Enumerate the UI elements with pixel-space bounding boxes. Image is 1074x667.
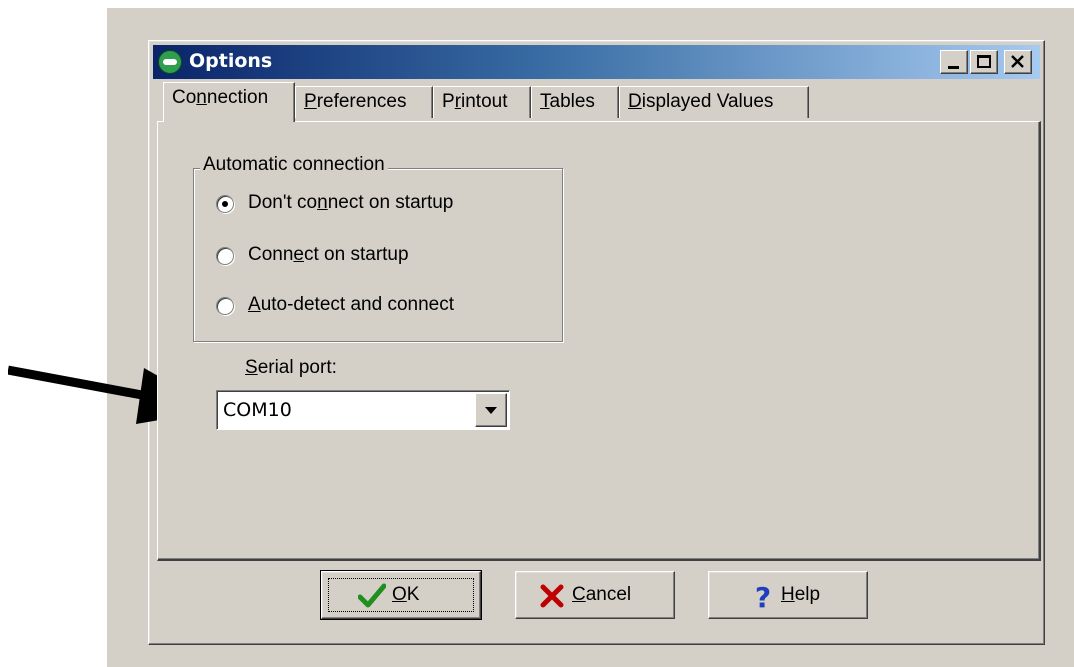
window-title: Options [189, 50, 273, 72]
radio-label: Connect on startup [248, 244, 409, 265]
minimize-button[interactable] [940, 50, 968, 74]
svg-text:?: ? [755, 582, 771, 610]
tab-label: Displayed Values [628, 91, 774, 112]
label-rest: erial port: [257, 357, 337, 378]
tab-connection[interactable]: Connection [163, 82, 295, 122]
ok-button[interactable]: OK [320, 570, 482, 620]
tab-label: Connection [172, 87, 269, 108]
minimize-icon [948, 66, 959, 69]
title-bar[interactable]: Options [153, 45, 1040, 79]
help-label: Help [781, 584, 820, 606]
accel-letter: O [392, 584, 407, 605]
question-mark-icon: ? [755, 582, 771, 610]
tab-printout[interactable]: Printout [433, 86, 531, 118]
cancel-label: Cancel [572, 584, 631, 606]
radio-button[interactable] [216, 297, 234, 315]
accel-letter: C [572, 584, 586, 605]
accel-letter: n [317, 192, 328, 213]
chevron-down-icon [485, 407, 497, 414]
maximize-icon [977, 55, 991, 68]
checkmark-icon [358, 583, 386, 608]
accel-letter: n [196, 87, 207, 108]
close-icon [1011, 55, 1024, 68]
label-rest: ancel [585, 584, 632, 605]
serial-port-value: COM10 [223, 399, 292, 421]
close-button[interactable] [1004, 50, 1032, 74]
help-button[interactable]: ? Help [708, 571, 868, 619]
tab-label: Preferences [304, 91, 407, 112]
tab-tables[interactable]: Tables [531, 86, 619, 118]
radio-label: Don't connect on startup [248, 192, 454, 213]
group-label: Automatic connection [200, 154, 388, 176]
label-rest: elp [794, 584, 821, 605]
x-mark-icon [540, 584, 564, 608]
accel-letter: D [628, 91, 642, 112]
tab-label: Tables [540, 91, 595, 112]
label-rest: K [406, 584, 420, 605]
radio-button[interactable] [216, 247, 234, 265]
radio-label: Auto-detect and connect [248, 294, 454, 315]
radio-button-checked[interactable] [216, 195, 234, 213]
ok-label: OK [392, 584, 419, 606]
accel-letter: e [293, 244, 304, 265]
dropdown-button[interactable] [475, 393, 507, 427]
accel-letter: H [781, 584, 795, 605]
accel-letter: A [248, 294, 261, 315]
tab-preferences[interactable]: Preferences [295, 86, 433, 118]
maximize-button[interactable] [970, 50, 998, 74]
app-logo-icon [158, 50, 182, 74]
accel-letter: T [540, 91, 550, 112]
cancel-button[interactable]: Cancel [515, 571, 675, 619]
serial-port-label: Serial port: [245, 357, 337, 379]
accel-letter: S [245, 357, 258, 378]
tab-displayed-values[interactable]: Displayed Values [619, 86, 809, 118]
tab-label: Printout [442, 91, 508, 112]
accel-letter: P [304, 91, 317, 112]
serial-port-select[interactable]: COM10 [216, 390, 510, 430]
